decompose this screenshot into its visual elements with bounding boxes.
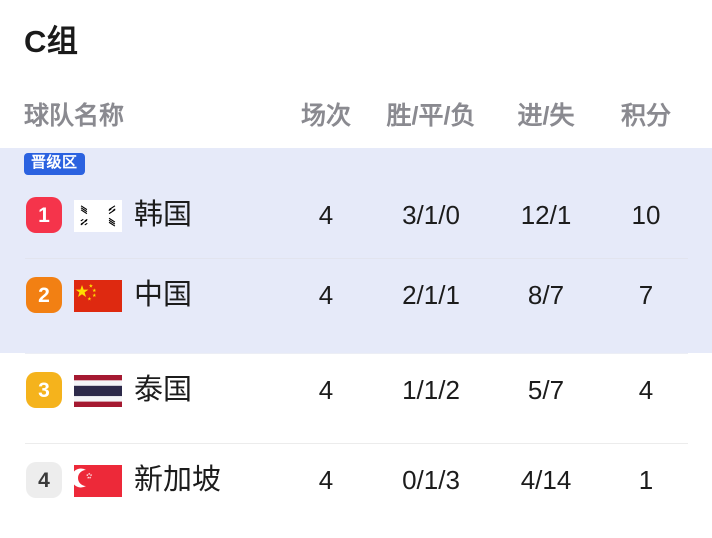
cell-played: 4 bbox=[318, 280, 334, 310]
cell-points: 7 bbox=[638, 280, 654, 310]
cell-goals: 5/7 bbox=[527, 375, 565, 405]
rank-badge: 1 bbox=[26, 197, 62, 233]
row-divider bbox=[25, 353, 688, 354]
column-header-wdl: 胜/平/负 bbox=[386, 102, 476, 130]
cell-goals: 4/14 bbox=[520, 465, 572, 495]
cell-wdl: 2/1/1 bbox=[402, 280, 460, 310]
cell-goals: 12/1 bbox=[520, 200, 572, 230]
table-row[interactable]: 2 中国 4 2/1/1 8/7 7 bbox=[0, 263, 712, 353]
flag-singapore-icon bbox=[74, 465, 122, 497]
cell-wdl: 1/1/2 bbox=[402, 375, 460, 405]
column-header-points: 积分 bbox=[620, 102, 671, 130]
table-row[interactable]: 1 韩国 4 3/1/0 12/1 10 bbox=[0, 183, 712, 273]
table-row[interactable]: 4 新加坡 4 0/1/3 4/14 1 bbox=[0, 448, 712, 538]
cell-played: 4 bbox=[318, 200, 334, 230]
rank-badge: 4 bbox=[26, 462, 62, 498]
cell-goals: 8/7 bbox=[527, 280, 565, 310]
table-header-row: 球队名称 场次 胜/平/负 进/失 积分 bbox=[0, 92, 712, 140]
flag-south-korea-icon bbox=[74, 200, 122, 232]
cell-wdl: 0/1/3 bbox=[402, 465, 460, 495]
cell-points: 10 bbox=[631, 200, 661, 230]
qualification-zone-badge: 晋级区 bbox=[24, 153, 85, 175]
group-standings-table: C组 球队名称 场次 胜/平/负 进/失 积分 晋级区 1 韩国 4 3/1/0… bbox=[0, 0, 712, 500]
team-name: 新加坡 bbox=[134, 464, 222, 496]
column-header-team: 球队名称 bbox=[24, 102, 125, 130]
column-header-goals: 进/失 bbox=[517, 102, 575, 130]
flag-thailand-icon bbox=[74, 375, 122, 407]
rank-badge: 2 bbox=[26, 277, 62, 313]
cell-points: 4 bbox=[638, 375, 654, 405]
rank-badge: 3 bbox=[26, 372, 62, 408]
team-name: 韩国 bbox=[134, 199, 193, 231]
team-name: 泰国 bbox=[134, 374, 193, 406]
page-title: C组 bbox=[24, 24, 79, 59]
column-header-played: 场次 bbox=[300, 102, 351, 130]
team-name: 中国 bbox=[134, 279, 193, 311]
cell-played: 4 bbox=[318, 465, 334, 495]
cell-points: 1 bbox=[638, 465, 654, 495]
cell-wdl: 3/1/0 bbox=[402, 200, 460, 230]
table-row[interactable]: 3 泰国 4 1/1/2 5/7 4 bbox=[0, 358, 712, 448]
flag-china-icon bbox=[74, 280, 122, 312]
cell-played: 4 bbox=[318, 375, 334, 405]
